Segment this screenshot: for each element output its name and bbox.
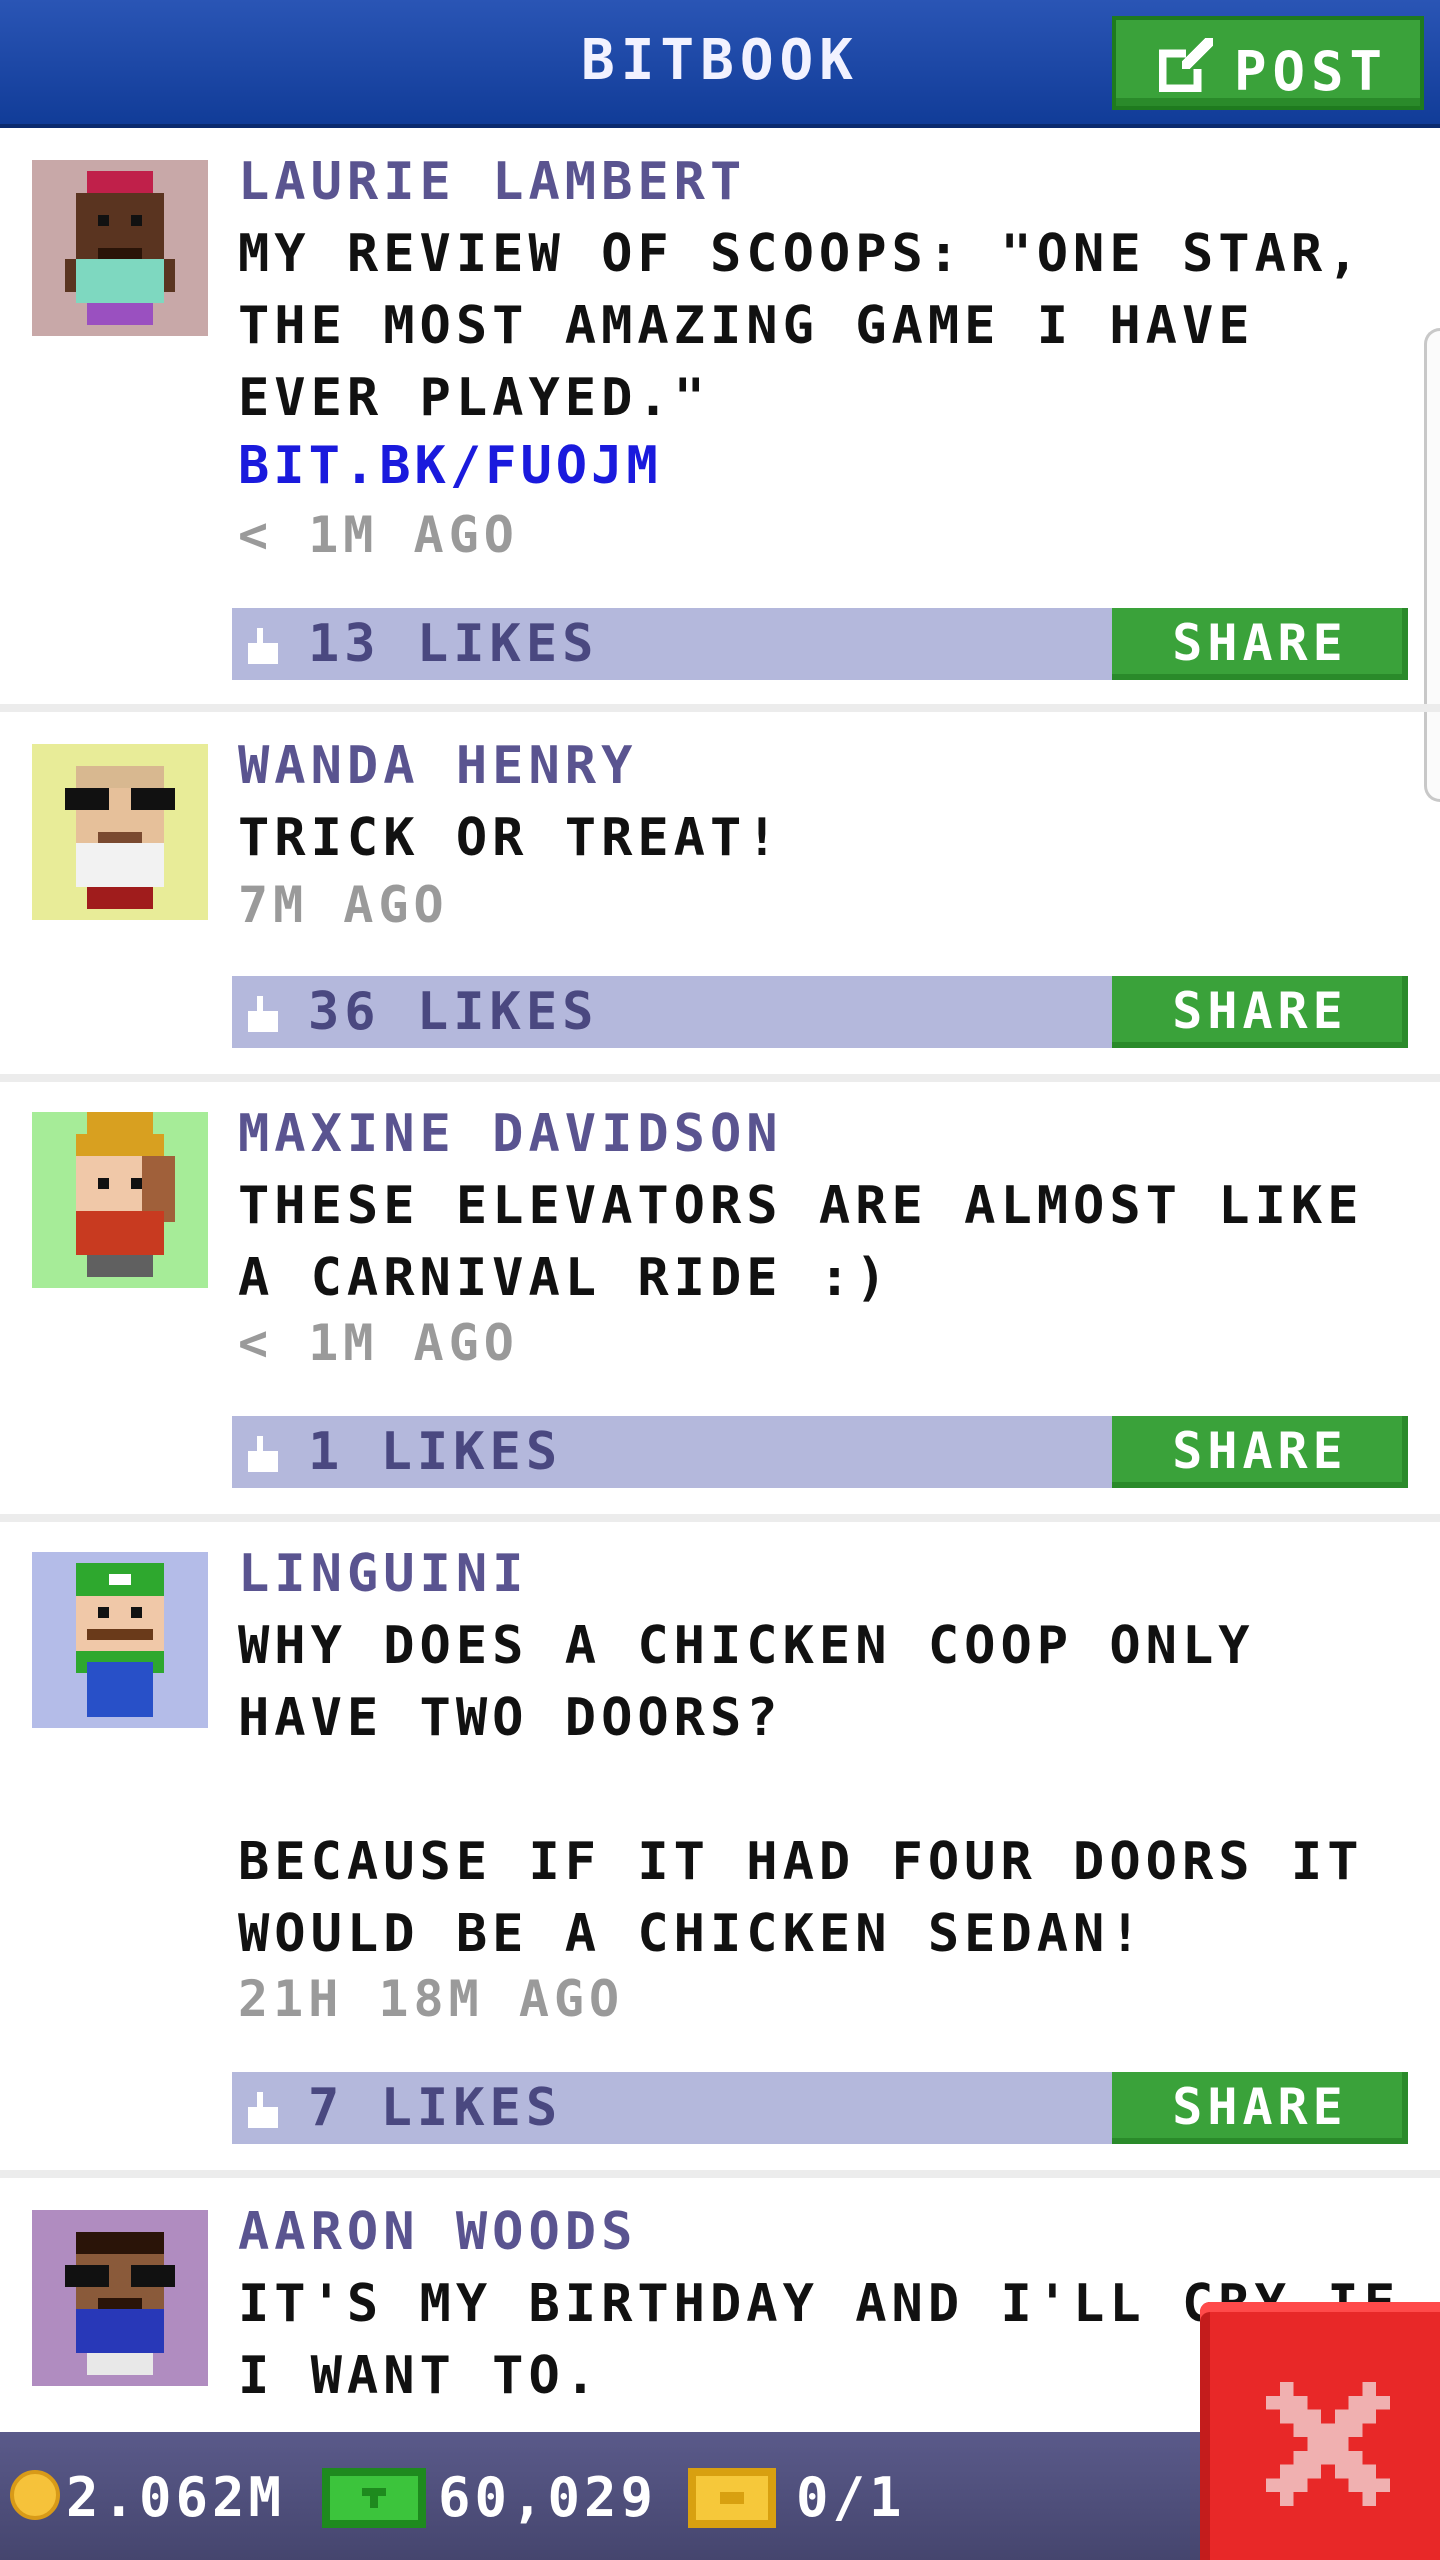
post-message: THESE ELEVATORS ARE ALMOST LIKE A CARNIV… xyxy=(238,1176,1400,1308)
avatar-image xyxy=(32,160,208,336)
edit-icon xyxy=(1158,38,1213,93)
post-author: WANDA HENRY xyxy=(238,736,638,796)
likes-count: 36 LIKES xyxy=(308,982,599,1042)
avatar[interactable] xyxy=(32,2210,208,2386)
post-link[interactable]: BIT.BK/FUOJM xyxy=(238,436,662,496)
coins-value: 2.062M xyxy=(66,2466,286,2529)
divider xyxy=(0,704,1440,712)
avatar-image xyxy=(32,744,208,920)
share-button[interactable]: SHARE xyxy=(1112,608,1408,680)
share-button-label: SHARE xyxy=(1172,614,1348,672)
ticket-icon xyxy=(688,2468,776,2528)
post-timestamp: 7M AGO xyxy=(238,876,449,934)
avatar-image xyxy=(32,1552,208,1728)
avatar-image xyxy=(32,2210,208,2386)
like-bar: 36 LIKES SHARE xyxy=(232,976,1408,1048)
cash-icon xyxy=(322,2468,426,2528)
post-message: MY REVIEW OF SCOOPS: "ONE STAR, THE MOST… xyxy=(238,224,1400,428)
scrollbar[interactable] xyxy=(1424,328,1440,802)
divider xyxy=(0,1074,1440,1082)
post-button[interactable]: POST xyxy=(1112,16,1424,110)
post-message: WHY DOES A CHICKEN COOP ONLY HAVE TWO DO… xyxy=(238,1616,1364,1964)
close-button[interactable] xyxy=(1200,2302,1440,2560)
likes-count: 7 LIKES xyxy=(308,2078,563,2138)
post-timestamp: < 1M AGO xyxy=(238,1314,519,1372)
post-author: AARON WOODS xyxy=(238,2202,638,2262)
avatar-image xyxy=(32,1112,208,1288)
share-button-label: SHARE xyxy=(1172,2078,1348,2136)
share-button[interactable]: SHARE xyxy=(1112,1416,1408,1488)
post-timestamp: 21H 18M AGO xyxy=(238,1970,625,2028)
post-timestamp: < 1M AGO xyxy=(238,506,519,564)
like-bar: 7 LIKES SHARE xyxy=(232,2072,1408,2144)
avatar[interactable] xyxy=(32,744,208,920)
divider xyxy=(0,2170,1440,2178)
likes-count: 13 LIKES xyxy=(308,614,599,674)
avatar[interactable] xyxy=(32,1552,208,1728)
thumbs-up-icon[interactable] xyxy=(248,628,278,664)
share-button-label: SHARE xyxy=(1172,1422,1348,1480)
avatar[interactable] xyxy=(32,160,208,336)
post-button-label: POST xyxy=(1234,40,1389,103)
post-author: LINGUINI xyxy=(238,1544,529,1604)
like-bar: 13 LIKES SHARE xyxy=(232,608,1408,680)
thumbs-up-icon[interactable] xyxy=(248,2092,278,2128)
likes-count: 1 LIKES xyxy=(308,1422,563,1482)
thumbs-up-icon[interactable] xyxy=(248,996,278,1032)
share-button-label: SHARE xyxy=(1172,982,1348,1040)
close-icon xyxy=(1266,2382,1390,2506)
avatar[interactable] xyxy=(32,1112,208,1288)
cash-value: 60,029 xyxy=(438,2466,658,2529)
post-author: LAURIE LAMBERT xyxy=(238,152,747,212)
share-button[interactable]: SHARE xyxy=(1112,2072,1408,2144)
coin-icon xyxy=(10,2470,60,2520)
top-bar: BITBOOK POST xyxy=(0,0,1440,128)
post-author: MAXINE DAVIDSON xyxy=(238,1104,783,1164)
post-message: TRICK OR TREAT! xyxy=(238,808,783,868)
thumbs-up-icon[interactable] xyxy=(248,1436,278,1472)
like-bar: 1 LIKES SHARE xyxy=(232,1416,1408,1488)
tickets-value: 0/1 xyxy=(796,2466,906,2529)
divider xyxy=(0,1514,1440,1522)
share-button[interactable]: SHARE xyxy=(1112,976,1408,1048)
